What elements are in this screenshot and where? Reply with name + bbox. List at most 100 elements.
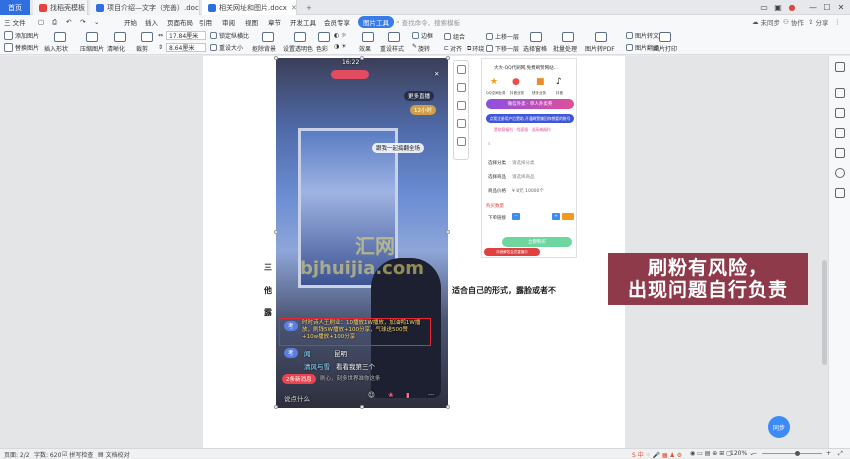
zoom-slider[interactable] xyxy=(762,453,822,454)
template-icon[interactable] xyxy=(835,62,845,72)
fullscreen-icon[interactable]: ⤢ xyxy=(838,450,843,458)
close-icon[interactable]: ✕ xyxy=(287,4,296,12)
image-text-icon[interactable] xyxy=(457,137,466,146)
pen-icon[interactable] xyxy=(835,88,845,98)
menu-start[interactable]: 开始 xyxy=(124,16,137,28)
register-notice[interactable]: 点我注册用户后赞助,开通刷赞赚回你想要的账号 xyxy=(486,114,574,123)
close-icon[interactable]: ✕ xyxy=(434,70,439,78)
search-box[interactable]: ⌕ 查找命令、搜索模板 xyxy=(396,16,460,28)
sync-status[interactable]: ☁ 未同步 xyxy=(752,16,780,28)
gift-icon[interactable]: ❀ xyxy=(388,391,393,399)
resize-handle[interactable] xyxy=(446,56,450,60)
chevron-down-icon[interactable]: ⌄ xyxy=(94,16,106,28)
new-messages-pill[interactable]: 2条新消息 xyxy=(282,374,316,384)
zoom-control[interactable]: 120% ⌄ xyxy=(730,450,754,457)
style-icon[interactable] xyxy=(835,108,845,118)
more-dots-icon[interactable]: ··· xyxy=(428,391,434,399)
transparent-button[interactable]: 设置透明色 xyxy=(283,44,313,53)
print-icon[interactable]: ⎙ xyxy=(52,16,64,28)
minimize-button[interactable]: — xyxy=(806,0,820,15)
collab-button[interactable]: ⚇ 协作 xyxy=(783,16,804,28)
tab-project-doc[interactable]: 项目介绍—文字（完善）.docx ✕ xyxy=(90,0,200,15)
add-image-button[interactable]: 添加图片 xyxy=(4,31,39,40)
maximize-button[interactable]: ☐ xyxy=(820,0,834,15)
shape-icon[interactable] xyxy=(835,128,845,138)
plus-button[interactable]: + xyxy=(552,213,560,220)
more-icon[interactable]: ⋮ xyxy=(834,16,841,28)
file-menu[interactable]: 三 文件 xyxy=(4,16,26,28)
tab-links-doc[interactable]: 相关网址和图片.docx ✕ xyxy=(202,0,297,15)
batch-button[interactable]: 批量处理 xyxy=(553,44,577,53)
location-icon[interactable] xyxy=(835,168,845,178)
menu-view[interactable]: 视图 xyxy=(245,16,258,28)
more-live-pill[interactable]: 更多直播 xyxy=(404,91,435,101)
reset-size-button[interactable]: 重设大小 xyxy=(210,43,243,52)
buy-now-button[interactable]: 立即购买 xyxy=(502,237,572,247)
crop-button[interactable]: 裁剪 xyxy=(136,44,148,53)
zoom-in-button[interactable]: + xyxy=(826,450,831,457)
zoom-out-button[interactable]: − xyxy=(752,450,757,457)
website-screenshot[interactable]: 大大-QQ代刷网,免费刷赞网站... ★ ● ■ ♪ QQ空间业务 抖音业务 快… xyxy=(481,58,577,258)
replace-image-button[interactable]: 替换图片 xyxy=(4,43,39,52)
resize-handle[interactable] xyxy=(274,56,278,60)
menu-insert[interactable]: 插入 xyxy=(145,16,158,28)
menu-reference[interactable]: 引用 xyxy=(199,16,212,28)
rotate-button[interactable]: 旋转 xyxy=(418,44,430,53)
redo-icon[interactable]: ↷ xyxy=(80,16,92,28)
goods-select[interactable]: 请选择商品 xyxy=(512,174,535,180)
lock-ratio-checkbox[interactable]: 锁定纵横比 xyxy=(210,31,249,40)
reset-style-button[interactable]: 重设样式 xyxy=(380,44,404,53)
comment-input[interactable]: 说点什么 xyxy=(284,393,310,403)
resize-handle[interactable] xyxy=(274,230,278,234)
resize-handle[interactable] xyxy=(446,230,450,234)
group-button[interactable]: 组合 xyxy=(444,32,465,41)
tab-template[interactable]: 找稻壳模板 xyxy=(33,0,88,15)
promo-banner[interactable]: 微信外卖 · 单人外卖券 xyxy=(486,99,574,109)
effect-button[interactable]: 效果 xyxy=(359,44,371,53)
sync-fab-button[interactable]: 同步 xyxy=(768,416,790,438)
send-backward-button[interactable]: 下移一层 xyxy=(486,44,519,53)
menu-devtools[interactable]: 开发工具 xyxy=(290,16,316,28)
border-button[interactable]: 边框 xyxy=(412,31,433,40)
zoom-icon[interactable] xyxy=(457,83,466,92)
select-pane-button[interactable]: 选择窗格 xyxy=(523,44,547,53)
menu-layout[interactable]: 页面布局 xyxy=(167,16,193,28)
cutout-button[interactable]: 抠除背景 xyxy=(252,44,276,53)
layout-options-icon[interactable] xyxy=(457,65,466,74)
new-tab-button[interactable]: + xyxy=(300,0,314,15)
view-mode-icons[interactable]: ◉ ▭ ▤ ⊕ ⊞ ▢ xyxy=(690,450,732,457)
resize-handle[interactable] xyxy=(446,405,450,409)
to-pdf-button[interactable]: 图片转PDF xyxy=(585,44,615,53)
emoji-icon[interactable]: ☺ xyxy=(368,391,375,399)
compress-button[interactable]: 压缩图片 xyxy=(80,44,104,53)
undo-icon[interactable]: ↶ xyxy=(66,16,78,28)
wrap-button[interactable]: ⧉ 环绕 xyxy=(467,44,484,54)
zoom-slider-handle[interactable] xyxy=(795,451,800,456)
order-submit-small[interactable] xyxy=(562,213,574,220)
share-button[interactable]: ⇪ 分享 xyxy=(808,16,828,28)
ai-icon[interactable] xyxy=(457,119,466,128)
color-button[interactable]: 色彩 xyxy=(316,44,328,53)
width-input[interactable]: 17.84厘米 xyxy=(166,31,206,40)
layout-icon[interactable]: ▭ xyxy=(758,0,770,15)
home-tab[interactable]: 首页 xyxy=(0,0,30,15)
save-icon[interactable]: ▢ xyxy=(38,16,50,28)
minus-button[interactable]: − xyxy=(512,213,520,220)
menu-picture-tools[interactable]: 图片工具 xyxy=(358,16,394,28)
clarify-button[interactable]: 清晰化 xyxy=(107,44,125,53)
window-icon[interactable]: ▣ xyxy=(772,0,784,15)
align-button[interactable]: ⊏ 对齐 xyxy=(444,44,462,53)
height-input[interactable]: 8.64厘米 xyxy=(166,43,206,52)
share-icon[interactable] xyxy=(835,188,845,198)
insert-shape-button[interactable]: 插入形状 xyxy=(44,44,68,53)
resize-handle[interactable] xyxy=(360,56,364,60)
menu-vip[interactable]: 会员专享 xyxy=(324,16,350,28)
resize-handle[interactable] xyxy=(274,405,278,409)
crop-icon[interactable] xyxy=(457,101,466,110)
resize-handle[interactable] xyxy=(360,405,364,409)
properties-icon[interactable] xyxy=(835,148,845,158)
image-print-button[interactable]: 图片打印 xyxy=(653,44,677,53)
brightness-icon[interactable]: ◑ ☀ xyxy=(334,43,347,50)
heart-icon[interactable]: ▮ xyxy=(406,391,410,399)
vertical-scrollbar[interactable] xyxy=(822,260,827,365)
